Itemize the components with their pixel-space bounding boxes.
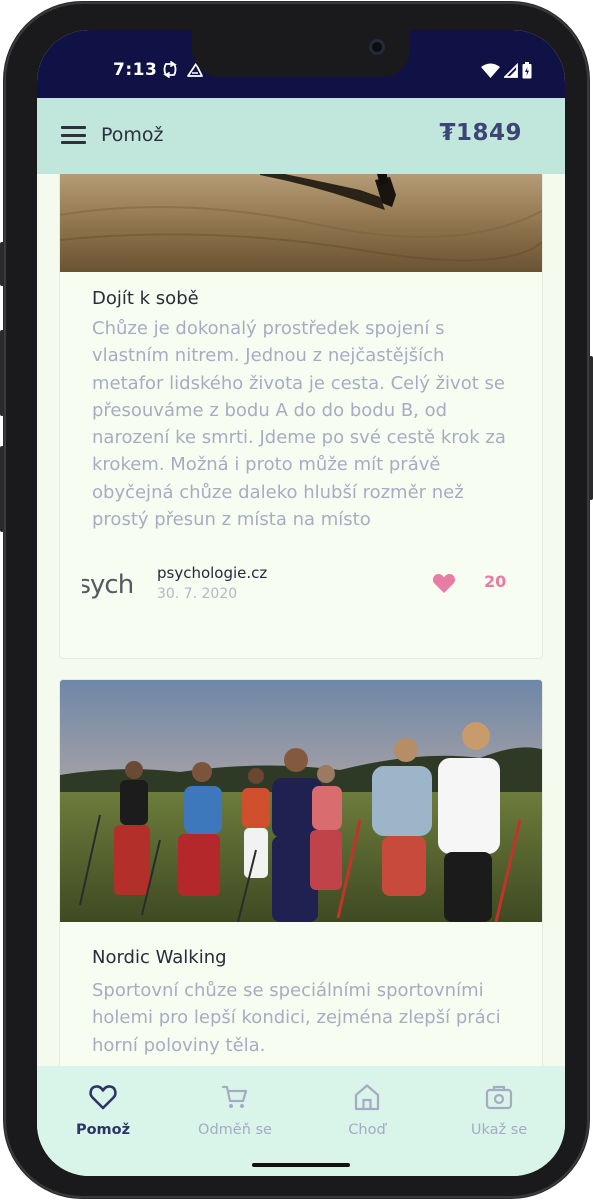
nav-tab-odmen-se[interactable]: Odměň se [169, 1066, 301, 1176]
article-source-row: psychologie psychologie.cz 30. 7. 2020 2… [60, 562, 542, 612]
nav-label: Ukaž se [470, 1122, 528, 1138]
bottom-navigation: Pomož Odměň se Choď Ukaž se [37, 1066, 565, 1176]
article-body: Chůze je dokonalý prostředek spojení s v… [92, 318, 506, 531]
home-icon [354, 1084, 380, 1111]
status-icons-right [481, 62, 532, 79]
menu-icon[interactable] [61, 126, 86, 144]
sync-icon [163, 61, 177, 78]
status-time: 7:13 [113, 60, 158, 80]
app-title: Pomož [101, 124, 164, 146]
app-bar: Pomož ₮1849 [37, 98, 565, 174]
phone-frame: 7:13 Pomož ₮1849 Dojít k sobě Chůze je d… [4, 2, 589, 1198]
nav-label: Pomož [75, 1122, 131, 1138]
camera-notch [192, 30, 410, 77]
nav-tab-chod[interactable]: Choď [301, 1066, 433, 1176]
article-body: Sportovní chůze se speciálními sportovní… [92, 980, 501, 1056]
home-indicator[interactable] [252, 1163, 350, 1167]
wifi-icon [481, 63, 500, 78]
cart-icon [221, 1085, 248, 1108]
nav-tab-pomoz[interactable]: Pomož [37, 1066, 169, 1176]
article-card[interactable]: Nordic Walking Sportovní chůze se speciá… [59, 679, 543, 1066]
source-name[interactable]: psychologie.cz [157, 564, 267, 582]
article-title: Dojít k sobě [92, 288, 199, 309]
article-card[interactable]: Dojít k sobě Chůze je dokonalý prostřede… [59, 174, 543, 659]
nav-label: Choď [348, 1122, 386, 1138]
nav-label: Odměň se [198, 1122, 272, 1138]
source-logo: psychologie [82, 570, 134, 600]
signal-icon [504, 63, 518, 78]
camera-icon [485, 1085, 513, 1110]
side-button-power [589, 356, 593, 500]
heart-icon[interactable] [432, 572, 456, 594]
points-balance: ₮1849 [439, 120, 522, 146]
article-title: Nordic Walking [92, 947, 227, 968]
phone-screen: 7:13 Pomož ₮1849 Dojít k sobě Chůze je d… [37, 30, 565, 1176]
article-date: 30. 7. 2020 [157, 586, 238, 602]
like-count: 20 [484, 572, 507, 591]
heart-icon [89, 1085, 117, 1110]
front-camera [369, 39, 385, 55]
article-image [60, 680, 542, 922]
article-image [60, 174, 542, 272]
article-feed[interactable]: Dojít k sobě Chůze je dokonalý prostřede… [37, 174, 565, 1066]
nav-tab-ukaz-se[interactable]: Ukaž se [433, 1066, 565, 1176]
battery-icon [522, 62, 532, 79]
